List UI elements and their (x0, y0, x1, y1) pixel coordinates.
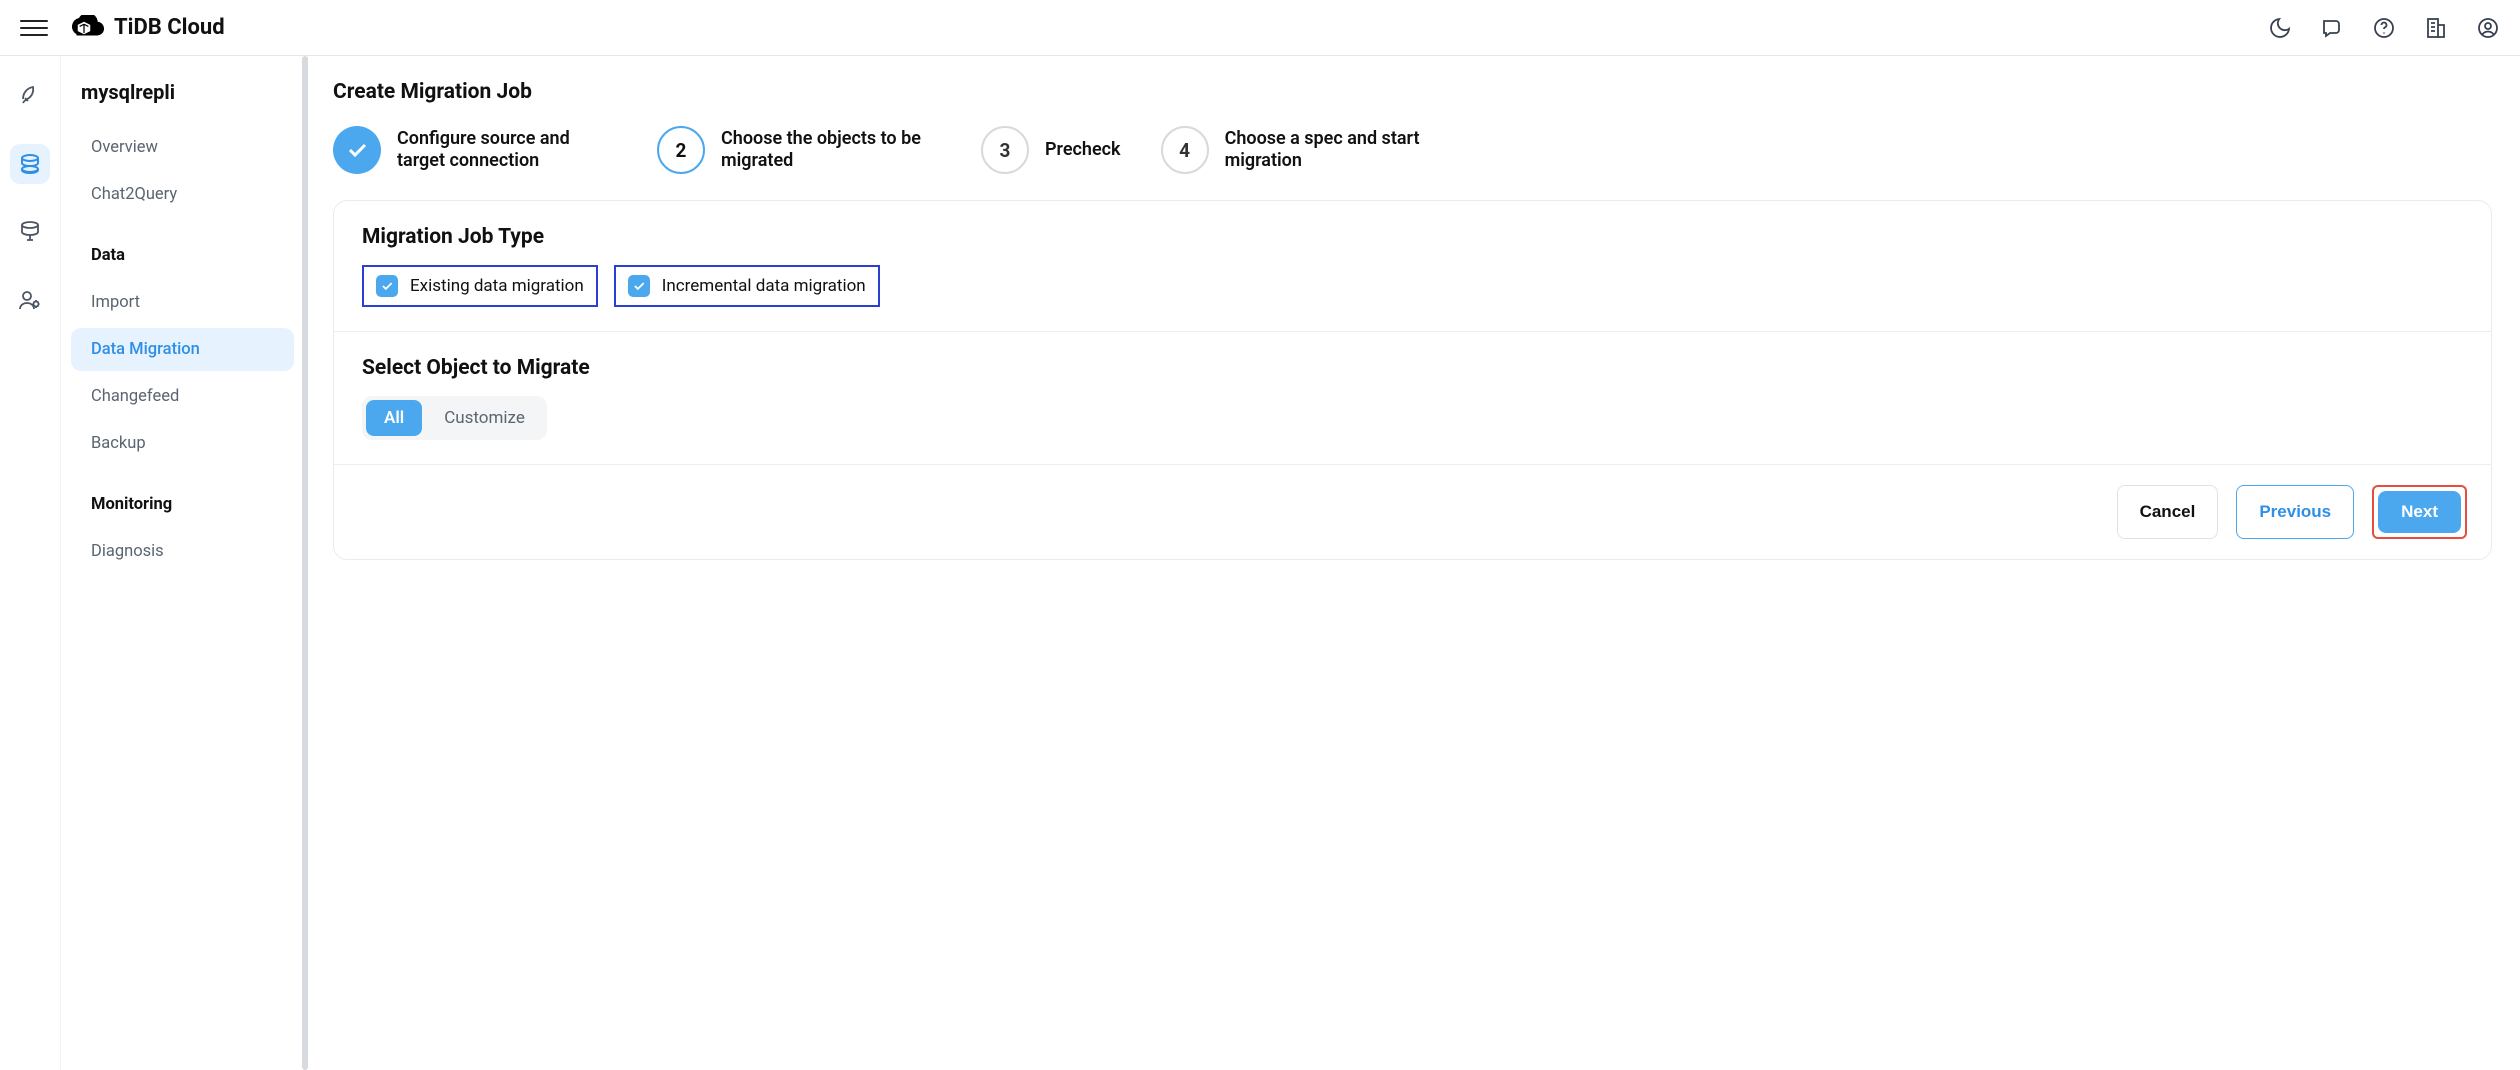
rail-getting-started[interactable] (10, 76, 50, 116)
step-2: 2 Choose the objects to be migrated (657, 126, 941, 174)
sidebar-item-backup[interactable]: Backup (71, 422, 294, 465)
user-account-icon[interactable] (2476, 16, 2500, 40)
step-4-label: Choose a spec and start migration (1225, 128, 1445, 173)
checkbox-checked-icon (628, 275, 650, 297)
sidebar: mysqlrepli Overview Chat2Query Data Impo… (60, 56, 305, 1070)
step-2-label: Choose the objects to be migrated (721, 128, 941, 173)
step-1-label: Configure source and target connection (397, 128, 617, 173)
sidebar-item-diagnosis[interactable]: Diagnosis (71, 530, 294, 573)
job-type-section: Migration Job Type Existing data migrati… (334, 201, 2491, 331)
job-type-existing-checkbox[interactable]: Existing data migration (362, 265, 598, 307)
feedback-icon[interactable] (2320, 16, 2344, 40)
job-type-incremental-checkbox[interactable]: Incremental data migration (614, 265, 880, 307)
select-object-section: Select Object to Migrate All Customize (334, 332, 2491, 464)
page-title: Create Migration Job (333, 80, 2492, 104)
rail-database[interactable] (10, 212, 50, 252)
previous-button[interactable]: Previous (2236, 485, 2354, 539)
step-2-circle: 2 (657, 126, 705, 174)
migration-card: Migration Job Type Existing data migrati… (333, 200, 2492, 560)
job-type-heading: Migration Job Type (362, 225, 2463, 249)
topbar-left: TiDB Cloud (20, 14, 225, 42)
sidebar-item-overview[interactable]: Overview (71, 126, 294, 169)
select-object-heading: Select Object to Migrate (362, 356, 2463, 380)
next-button[interactable]: Next (2378, 491, 2461, 533)
step-3-label: Precheck (1045, 139, 1121, 162)
job-type-incremental-label: Incremental data migration (662, 276, 866, 296)
main-content: Create Migration Job Configure source an… (305, 56, 2520, 1070)
step-3-circle: 3 (981, 126, 1029, 174)
job-type-existing-label: Existing data migration (410, 276, 584, 296)
topbar-right (2268, 16, 2500, 40)
topbar: TiDB Cloud (0, 0, 2520, 56)
sidebar-item-chat2query[interactable]: Chat2Query (71, 173, 294, 216)
moon-icon[interactable] (2268, 16, 2292, 40)
card-footer: Cancel Previous Next (334, 465, 2491, 559)
cluster-name: mysqlrepli (61, 74, 304, 122)
step-4-circle: 4 (1161, 126, 1209, 174)
select-object-toggle: All Customize (362, 396, 547, 440)
select-object-all-button[interactable]: All (366, 400, 422, 436)
rail-admin[interactable] (10, 280, 50, 320)
sidebar-scrollbar[interactable] (302, 56, 308, 1070)
job-type-row: Existing data migration Incremental data… (362, 265, 2463, 307)
sidebar-item-import[interactable]: Import (71, 281, 294, 324)
step-1-circle (333, 126, 381, 174)
layout: mysqlrepli Overview Chat2Query Data Impo… (0, 56, 2520, 1070)
checkbox-checked-icon (376, 275, 398, 297)
sidebar-item-data-migration[interactable]: Data Migration (71, 328, 294, 371)
organization-icon[interactable] (2424, 16, 2448, 40)
next-button-highlight: Next (2372, 485, 2467, 539)
step-4: 4 Choose a spec and start migration (1161, 126, 1445, 174)
nav-rail (0, 56, 60, 1070)
stepper: Configure source and target connection 2… (333, 126, 2492, 174)
help-icon[interactable] (2372, 16, 2396, 40)
hamburger-menu-button[interactable] (20, 14, 48, 42)
rail-clusters[interactable] (10, 144, 50, 184)
brand-name: TiDB Cloud (114, 15, 225, 40)
brand[interactable]: TiDB Cloud (64, 15, 225, 41)
sidebar-section-monitoring: Monitoring (71, 483, 294, 526)
tidb-cloud-logo-icon (64, 15, 104, 41)
sidebar-section-data: Data (71, 234, 294, 277)
step-1: Configure source and target connection (333, 126, 617, 174)
step-3: 3 Precheck (981, 126, 1121, 174)
check-icon (345, 138, 369, 162)
select-object-customize-button[interactable]: Customize (426, 400, 543, 436)
cancel-button[interactable]: Cancel (2117, 485, 2219, 539)
sidebar-item-changefeed[interactable]: Changefeed (71, 375, 294, 418)
